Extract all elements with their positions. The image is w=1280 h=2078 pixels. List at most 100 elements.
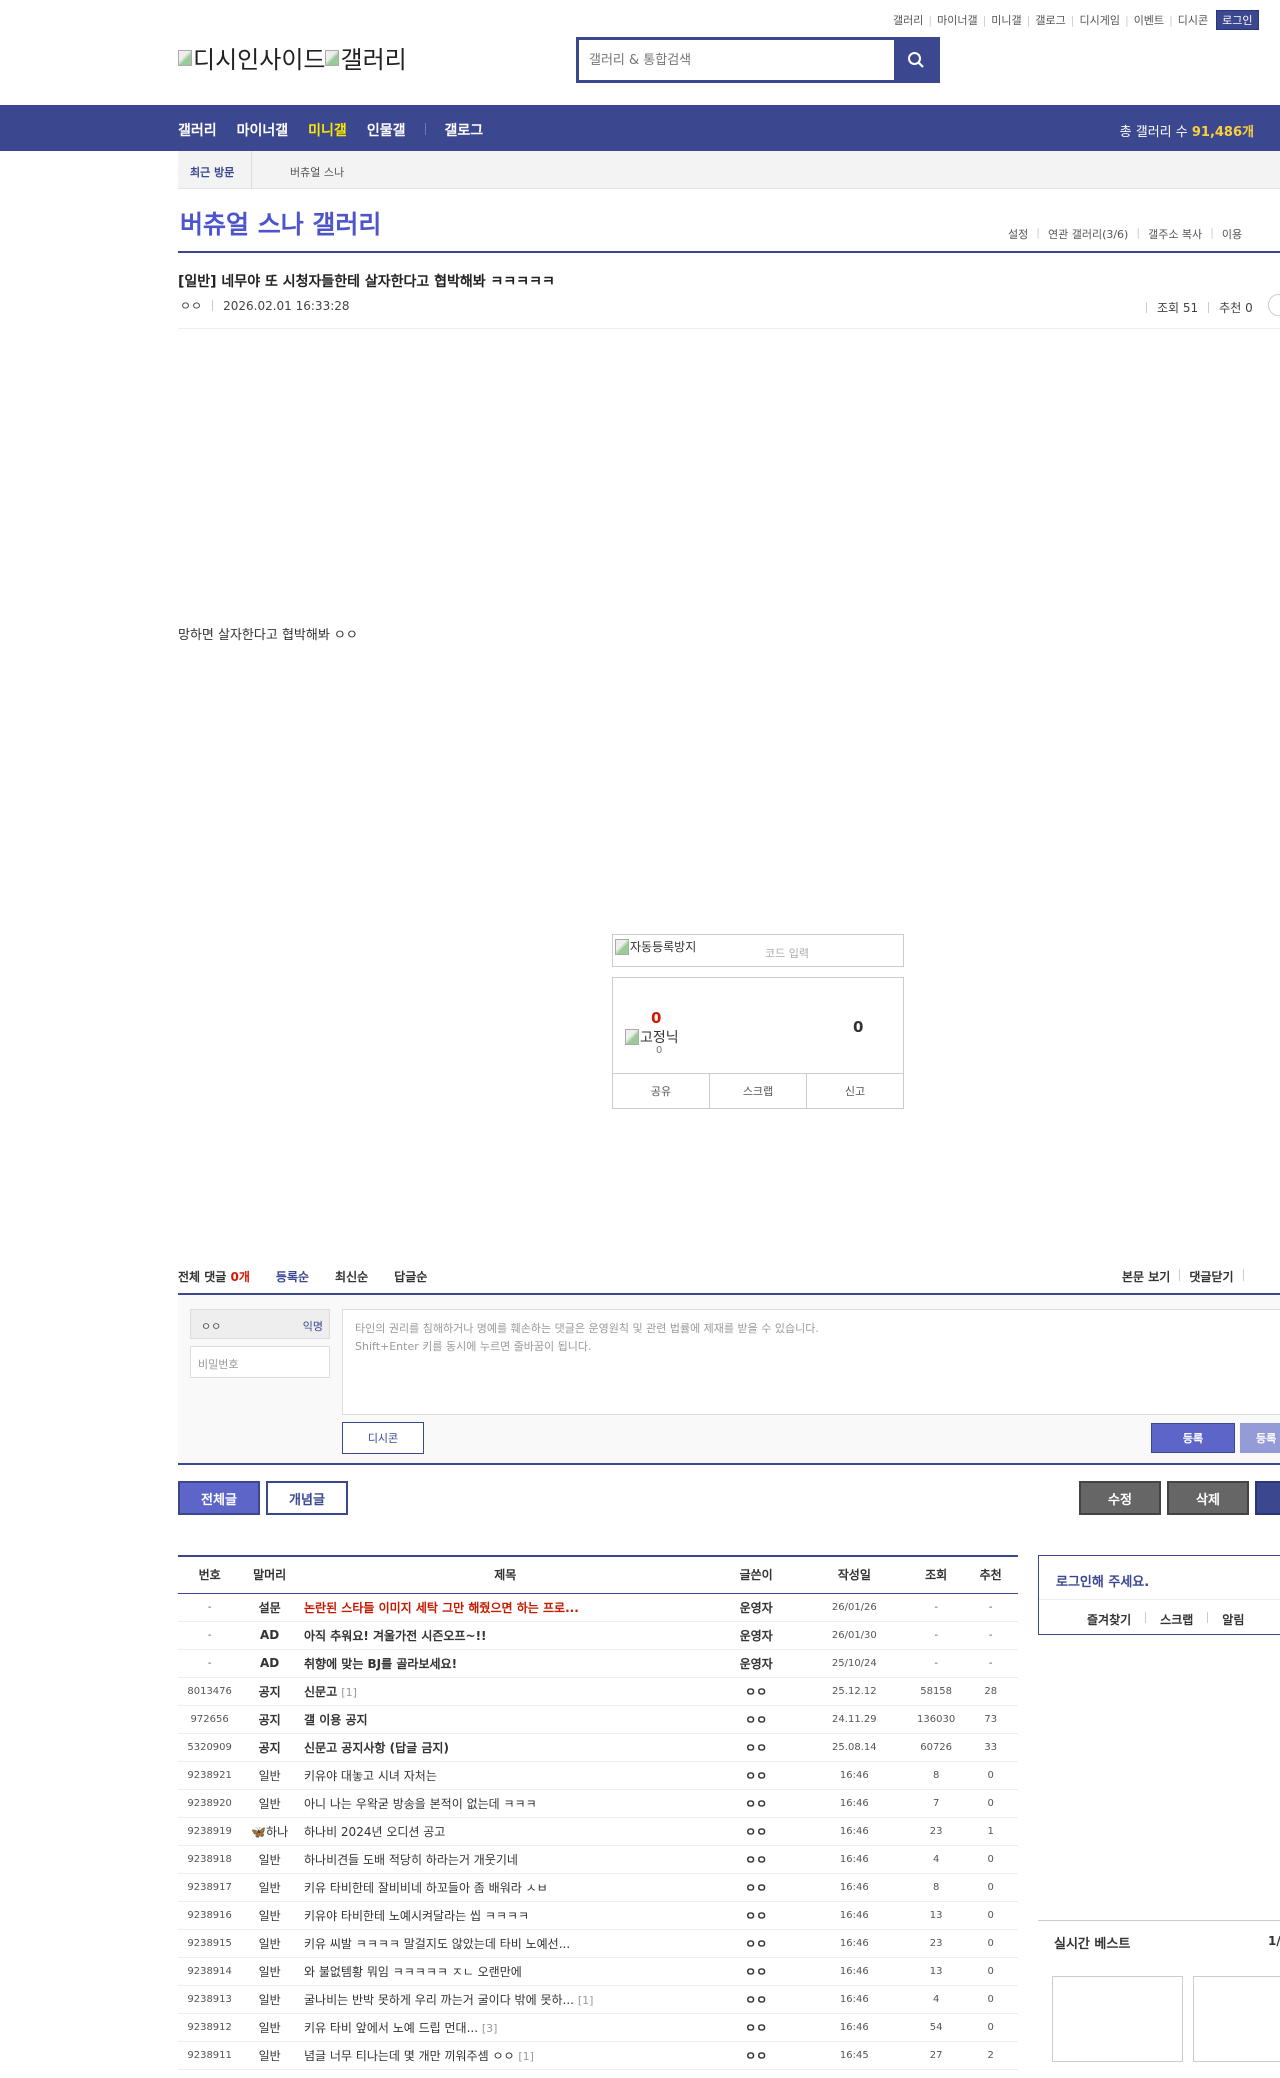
comment-submit-recommend-button[interactable]: 등록 <box>1240 1423 1280 1453</box>
table-row[interactable]: 9238916 일반 키유야 타비한테 노예시켜달라는 씹 ㅋㅋㅋㅋ ㅇㅇ 16:46 1… <box>178 1901 1018 1930</box>
post-title-text[interactable]: 키유야 대놓고 시녀 자처는 <box>304 1769 437 1783</box>
notifications-link[interactable]: 알림 <box>1222 1611 1244 1628</box>
table-row[interactable]: 9238911 일반 념글 너무 티나는데 몇 개만 끼워주셈 ㅇㅇ [1] ㅇㅇ 16… <box>178 2041 1018 2070</box>
nav-item[interactable]: 마이너갤 <box>237 120 289 140</box>
login-button[interactable]: 로그인 <box>1216 10 1259 30</box>
table-row[interactable]: 9238921 일반 키유야 대놓고 시녀 자처는 ㅇㅇ 16:46 8 0 <box>178 1761 1018 1790</box>
gallery-link[interactable]: 이용 <box>1222 226 1242 242</box>
post-title-cell[interactable]: 아직 추워요! 겨울가전 시즌오프~!! <box>297 1621 713 1650</box>
post-title-text[interactable]: 념글 너무 티나는데 몇 개만 끼워주셈 ㅇㅇ <box>304 2049 515 2063</box>
post-title-text[interactable]: 키유 타비 앞에서 노예 드립 먼대... <box>304 2021 478 2035</box>
util-link[interactable]: 마이너갤 <box>937 12 977 28</box>
post-title-cell[interactable]: 하나비견들 도배 적당히 하라는거 개웃기네 <box>297 1845 713 1874</box>
post-title-text[interactable]: 하나비 2024년 오디션 공고 <box>304 1825 445 1839</box>
share-button[interactable]: 공유 <box>613 1074 710 1108</box>
edit-button[interactable]: 수정 <box>1079 1481 1161 1515</box>
sort-by-registered[interactable]: 등록순 <box>276 1268 309 1285</box>
table-row[interactable]: - 설문 논란된 스타들 이미지 세탁 그만 해줬으면 하는 프로... 운영자 26/… <box>178 1593 1018 1622</box>
table-row[interactable]: 9238917 일반 키유 타비한테 잘비비네 하꼬들아 좀 배워라 ㅅㅂ ㅇㅇ 16:… <box>178 1873 1018 1902</box>
report-button[interactable]: 신고 <box>807 1074 903 1108</box>
reply-count[interactable]: [1] <box>578 1994 594 2007</box>
best-thumbnail-card[interactable] <box>1193 1976 1280 2062</box>
post-title-text[interactable]: 갤 이용 공지 <box>304 1713 368 1727</box>
post-title-cell[interactable]: 취향에 맞는 BJ를 골라보세요! <box>297 1649 713 1678</box>
scrap-link[interactable]: 스크랩 <box>1160 1611 1193 1628</box>
all-posts-button[interactable]: 전체글 <box>178 1481 260 1515</box>
sort-by-latest[interactable]: 최신순 <box>335 1268 368 1285</box>
post-author[interactable]: ㅇㅇ <box>180 297 202 314</box>
best-thumbnail-card[interactable] <box>1052 1976 1183 2062</box>
post-title-cell[interactable]: 키유야 타비한테 노예시켜달라는 씹 ㅋㅋㅋㅋ <box>297 1901 713 1930</box>
post-title-text[interactable]: 키유 타비한테 잘비비네 하꼬들아 좀 배워라 ㅅㅂ <box>304 1881 548 1895</box>
util-link[interactable]: 갤로그 <box>1035 12 1065 28</box>
post-title-text[interactable]: 아니 나는 우왁굳 방송을 본적이 없는데 ㅋㅋㅋ <box>304 1797 537 1811</box>
post-title-cell[interactable]: 키유 씨발 ㅋㅋㅋㅋ 말걸지도 않았는데 타비 노예선... <box>297 1929 713 1958</box>
util-link[interactable]: 갤러리 <box>893 12 923 28</box>
post-title-text[interactable]: 아직 추워요! 겨울가전 시즌오프~!! <box>304 1629 487 1643</box>
gallery-link[interactable]: 설정 <box>1008 226 1028 242</box>
nav-item[interactable]: 갤러리 <box>178 120 217 140</box>
post-title-cell[interactable]: 하나비 2024년 오디션 공고 <box>297 1817 713 1846</box>
post-title-cell[interactable]: 키유야 대놓고 시녀 자처는 <box>297 1761 713 1790</box>
post-title-cell[interactable]: 신문고 [1] <box>297 1677 713 1706</box>
util-link[interactable]: 디시게임 <box>1079 12 1119 28</box>
sort-by-replies[interactable]: 답글순 <box>394 1268 427 1285</box>
post-title-cell[interactable]: 키유 타비한테 잘비비네 하꼬들아 좀 배워라 ㅅㅂ <box>297 1873 713 1902</box>
table-row[interactable]: 9238913 일반 굴나비는 반박 못하게 우리 까는거 굴이다 밖에 못하...… <box>178 1985 1018 2014</box>
comment-textarea[interactable]: 타인의 권리를 침해하거나 명예를 훼손하는 댓글은 운영원칙 및 관련 법률에… <box>342 1309 1280 1415</box>
table-row[interactable]: 972656 공지 갤 이용 공지 ㅇㅇ 24.11.29 136030 73 <box>178 1705 1018 1734</box>
recent-visits-label[interactable]: 최근 방문 <box>190 164 234 180</box>
nickname-field[interactable]: ㅇㅇ 익명 <box>190 1309 330 1339</box>
table-row[interactable]: 9238918 일반 하나비견들 도배 적당히 하라는거 개웃기네 ㅇㅇ 16:46 4 0 <box>178 1845 1018 1874</box>
site-logo[interactable]: 디시인사이드 갤러리 <box>178 40 407 75</box>
post-title-cell[interactable]: 아니 나는 우왁굳 방송을 본적이 없는데 ㅋㅋㅋ <box>297 1789 713 1818</box>
post-title-cell[interactable]: 념글 너무 티나는데 몇 개만 끼워주셈 ㅇㅇ [1] <box>297 2041 713 2070</box>
table-row[interactable]: - AD 취향에 맞는 BJ를 골라보세요! 운영자 25/10/24- - <box>178 1649 1018 1678</box>
favorites-link[interactable]: 즐겨찾기 <box>1087 1611 1131 1628</box>
post-title-text[interactable]: 취향에 맞는 BJ를 골라보세요! <box>304 1657 457 1671</box>
recommend-down-count[interactable]: 0 <box>853 1018 863 1036</box>
gallery-link[interactable]: 갤주소 복사 <box>1148 226 1202 242</box>
post-title-cell[interactable]: 키유 타비 앞에서 노예 드립 먼대... [3] <box>297 2013 713 2042</box>
reply-count[interactable]: [1] <box>518 2050 534 2063</box>
recommend-up-count[interactable]: 0 <box>651 1009 661 1027</box>
search-button[interactable] <box>894 40 937 80</box>
table-row[interactable]: 9238920 일반 아니 나는 우왁굳 방송을 본적이 없는데 ㅋㅋㅋ ㅇㅇ 16:4… <box>178 1789 1018 1818</box>
nav-item[interactable]: 인물갤 <box>367 120 406 140</box>
post-title-cell[interactable]: 갤 이용 공지 <box>297 1705 713 1734</box>
table-row[interactable]: - AD 아직 추워요! 겨울가전 시즌오프~!! 운영자 26/01/30- - <box>178 1621 1018 1650</box>
delete-button[interactable]: 삭제 <box>1167 1481 1249 1515</box>
nav-item[interactable]: 갤로그 <box>444 120 483 140</box>
post-title-text[interactable]: 하나비견들 도배 적당히 하라는거 개웃기네 <box>304 1853 518 1867</box>
password-field[interactable]: 비밀번호 <box>190 1346 330 1378</box>
post-title-text[interactable]: 키유 씨발 ㅋㅋㅋㅋ 말걸지도 않았는데 타비 노예선... <box>304 1937 570 1951</box>
table-row[interactable]: 8013476 공지 신문고 [1] ㅇㅇ 25.12.12 58158 28 <box>178 1677 1018 1706</box>
gallery-link[interactable]: 연관 갤러리(3/6) <box>1048 226 1128 242</box>
post-title-text[interactable]: 신문고 공지사항 (답글 금지) <box>304 1741 449 1755</box>
table-row[interactable]: 5320909 공지 신문고 공지사항 (답글 금지) ㅇㅇ 25.08.14 60726… <box>178 1733 1018 1762</box>
close-comments-link[interactable]: 댓글닫기 <box>1189 1268 1233 1285</box>
util-link[interactable]: 미니갤 <box>991 12 1021 28</box>
post-title-text[interactable]: 신문고 <box>304 1685 337 1699</box>
search-input[interactable] <box>579 40 894 80</box>
dccon-button[interactable]: 디시콘 <box>342 1422 424 1454</box>
table-row[interactable]: 9238914 일반 와 불없템황 뭐임 ㅋㅋㅋㅋㅋ ㅈㄴ 오랜만에 ㅇㅇ 16:46 1… <box>178 1957 1018 1986</box>
post-title-text[interactable]: 키유야 타비한테 노예시켜달라는 씹 ㅋㅋㅋㅋ <box>304 1909 529 1923</box>
post-title-cell[interactable]: 논란된 스타들 이미지 세탁 그만 해줬으면 하는 프로... <box>297 1593 713 1622</box>
post-title-cell[interactable]: 신문고 공지사항 (답글 금지) <box>297 1733 713 1762</box>
scrap-button[interactable]: 스크랩 <box>710 1074 807 1108</box>
post-title-text[interactable]: 굴나비는 반박 못하게 우리 까는거 굴이다 밖에 못하... <box>304 1993 574 2007</box>
reply-count[interactable]: [3] <box>482 2022 498 2035</box>
write-button[interactable] <box>1255 1481 1280 1515</box>
reply-count[interactable]: [1] <box>341 1686 357 1699</box>
table-row[interactable]: 9238915 일반 키유 씨발 ㅋㅋㅋㅋ 말걸지도 않았는데 타비 노예선... ㅇ… <box>178 1929 1018 1958</box>
post-title-text[interactable]: 논란된 스타들 이미지 세탁 그만 해줬으면 하는 프로... <box>304 1601 579 1615</box>
util-link[interactable]: 이벤트 <box>1134 12 1164 28</box>
comment-submit-button[interactable]: 등록 <box>1151 1423 1235 1453</box>
captcha-code-input[interactable]: 코드 입력 <box>765 945 809 961</box>
concept-posts-button[interactable]: 개념글 <box>266 1481 348 1515</box>
post-title-cell[interactable]: 와 불없템황 뭐임 ㅋㅋㅋㅋㅋ ㅈㄴ 오랜만에 <box>297 1957 713 1986</box>
recent-visit-item[interactable]: 버츄얼 스나 <box>290 164 344 180</box>
table-row[interactable]: 9238912 일반 키유 타비 앞에서 노예 드립 먼대... [3] ㅇㅇ 16:4… <box>178 2013 1018 2042</box>
nav-item[interactable]: 미니갤 <box>308 120 347 140</box>
